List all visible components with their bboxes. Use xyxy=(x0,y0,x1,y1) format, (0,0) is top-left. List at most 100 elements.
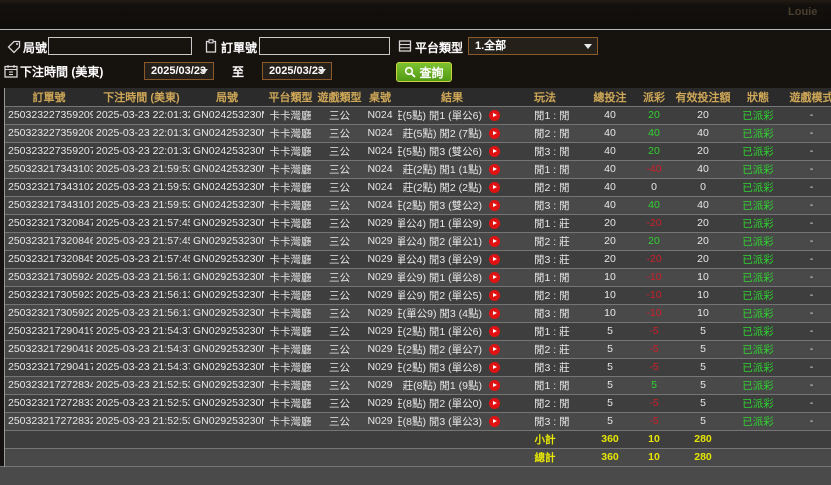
cell-result: 莊(5點) 閒3 (雙公6) xyxy=(398,142,506,160)
cell-bet: 10 xyxy=(584,304,636,322)
column-header: 派彩 xyxy=(636,88,672,106)
replay-button[interactable] xyxy=(489,290,500,301)
date-from-picker[interactable]: 2025/03/23 xyxy=(144,62,214,80)
cell-table_no: N029 xyxy=(362,268,398,286)
cell-result: 莊(單公4) 閒1 (單公9) xyxy=(398,214,506,232)
cell-mode: - xyxy=(782,250,831,268)
cell-status: 已派彩 xyxy=(734,268,782,286)
cell-game: 三公 xyxy=(317,196,362,214)
cell-round: GN029253230NC xyxy=(190,232,264,250)
column-header: 有效投注額 xyxy=(672,88,734,106)
subtotal-row: 小計36010280 xyxy=(5,430,831,448)
cell-table_no: N029 xyxy=(362,214,398,232)
replay-button[interactable] xyxy=(489,362,500,373)
cell-mode: - xyxy=(782,376,831,394)
cell-empty xyxy=(190,448,264,466)
round-no-input[interactable] xyxy=(48,37,192,55)
cell-valid: 5 xyxy=(672,376,734,394)
cell-status: 已派彩 xyxy=(734,106,782,124)
cell-game: 三公 xyxy=(317,394,362,412)
replay-button[interactable] xyxy=(489,380,500,391)
cell-bet: 10 xyxy=(584,286,636,304)
platform-type-select[interactable]: 1.全部 xyxy=(468,37,598,55)
replay-button[interactable] xyxy=(489,218,500,229)
table-row: 2503232172728342025-03-23 21:52:53GN0292… xyxy=(5,376,831,394)
table-row: 2503232172728322025-03-23 21:52:53GN0292… xyxy=(5,412,831,430)
cell-table_no: N029 xyxy=(362,286,398,304)
cell-valid: 20 xyxy=(672,232,734,250)
chevron-down-icon xyxy=(318,69,326,74)
cell-order: 250323217290417 xyxy=(5,358,93,376)
replay-button[interactable] xyxy=(489,182,500,193)
replay-button[interactable] xyxy=(489,272,500,283)
cell-valid: 5 xyxy=(672,394,734,412)
cell-game: 三公 xyxy=(317,322,362,340)
cell-round: GN029253230NB xyxy=(190,304,264,322)
replay-button[interactable] xyxy=(489,254,500,265)
cell-empty xyxy=(362,430,398,448)
cell-empty xyxy=(264,430,317,448)
replay-button[interactable] xyxy=(489,146,500,157)
cell-payout: -5 xyxy=(636,358,672,376)
cell-platform: 卡卡灣廳 xyxy=(264,376,317,394)
cell-valid: 40 xyxy=(672,124,734,142)
cell-table_no: N029 xyxy=(362,232,398,250)
table-row: 2503232173431032025-03-23 21:59:53GN0242… xyxy=(5,160,831,178)
cell-game: 三公 xyxy=(317,106,362,124)
cell-bet: 20 xyxy=(584,214,636,232)
replay-button[interactable] xyxy=(489,164,500,175)
replay-button[interactable] xyxy=(489,110,500,121)
cell-order: 250323217343101 xyxy=(5,196,93,214)
cell-mode: - xyxy=(782,160,831,178)
column-header: 桌號 xyxy=(362,88,398,106)
replay-button[interactable] xyxy=(489,326,500,337)
result-text: 莊(單公9) 閒2 (單公5) xyxy=(398,288,482,303)
cell-play: 閒3 : 閒 xyxy=(506,412,584,430)
replay-button[interactable] xyxy=(489,200,500,211)
replay-button[interactable] xyxy=(489,128,500,139)
cell-bet: 40 xyxy=(584,142,636,160)
cell-round: GN029253230NA xyxy=(190,322,264,340)
cell-time: 2025-03-23 21:59:53 xyxy=(93,160,190,178)
cell-order: 250323217320845 xyxy=(5,250,93,268)
cell-order: 250323217305922 xyxy=(5,304,93,322)
records-tbody: 2503232273592092025-03-23 22:01:32GN0242… xyxy=(5,106,831,466)
table-row: 2503232173059242025-03-23 21:56:13GN0292… xyxy=(5,268,831,286)
cell-mode: - xyxy=(782,268,831,286)
search-button[interactable]: 查詢 xyxy=(396,62,452,82)
replay-button[interactable] xyxy=(489,416,500,427)
cell-game: 三公 xyxy=(317,286,362,304)
date-to-picker[interactable]: 2025/03/23 xyxy=(262,62,332,80)
total-row: 總計36010280 xyxy=(5,448,831,466)
replay-button[interactable] xyxy=(489,344,500,355)
cell-order: 250323227359208 xyxy=(5,124,93,142)
result-text: 莊(單公4) 閒2 (單公1) xyxy=(398,234,482,249)
cell-play: 閒3 : 莊 xyxy=(506,250,584,268)
cell-total-label: 總計 xyxy=(506,448,584,466)
cell-platform: 卡卡灣廳 xyxy=(264,142,317,160)
cell-empty xyxy=(190,430,264,448)
cell-platform: 卡卡灣廳 xyxy=(264,340,317,358)
replay-button[interactable] xyxy=(489,236,500,247)
cell-order: 250323217272833 xyxy=(5,394,93,412)
result-text: 莊(2點) 閒2 (單公7) xyxy=(398,342,482,357)
cell-valid: 10 xyxy=(672,268,734,286)
cell-status: 已派彩 xyxy=(734,376,782,394)
cell-game: 三公 xyxy=(317,160,362,178)
cell-result: 莊(單公9) 閒2 (單公5) xyxy=(398,286,506,304)
table-row: 2503232273592092025-03-23 22:01:32GN0242… xyxy=(5,106,831,124)
cell-table_no: N024 xyxy=(362,160,398,178)
cell-bet: 40 xyxy=(584,178,636,196)
cell-bet: 5 xyxy=(584,394,636,412)
order-no-input[interactable] xyxy=(259,37,390,55)
replay-button[interactable] xyxy=(489,398,500,409)
cell-time: 2025-03-23 21:54:37 xyxy=(93,340,190,358)
cell-mode: - xyxy=(782,286,831,304)
table-row: 2503232172904172025-03-23 21:54:37GN0292… xyxy=(5,358,831,376)
column-header: 遊戲模式 xyxy=(782,88,831,106)
replay-button[interactable] xyxy=(489,308,500,319)
cell-empty xyxy=(398,448,506,466)
cell-time: 2025-03-23 21:52:53 xyxy=(93,394,190,412)
cell-valid: 5 xyxy=(672,358,734,376)
cell-order: 250323217343102 xyxy=(5,178,93,196)
